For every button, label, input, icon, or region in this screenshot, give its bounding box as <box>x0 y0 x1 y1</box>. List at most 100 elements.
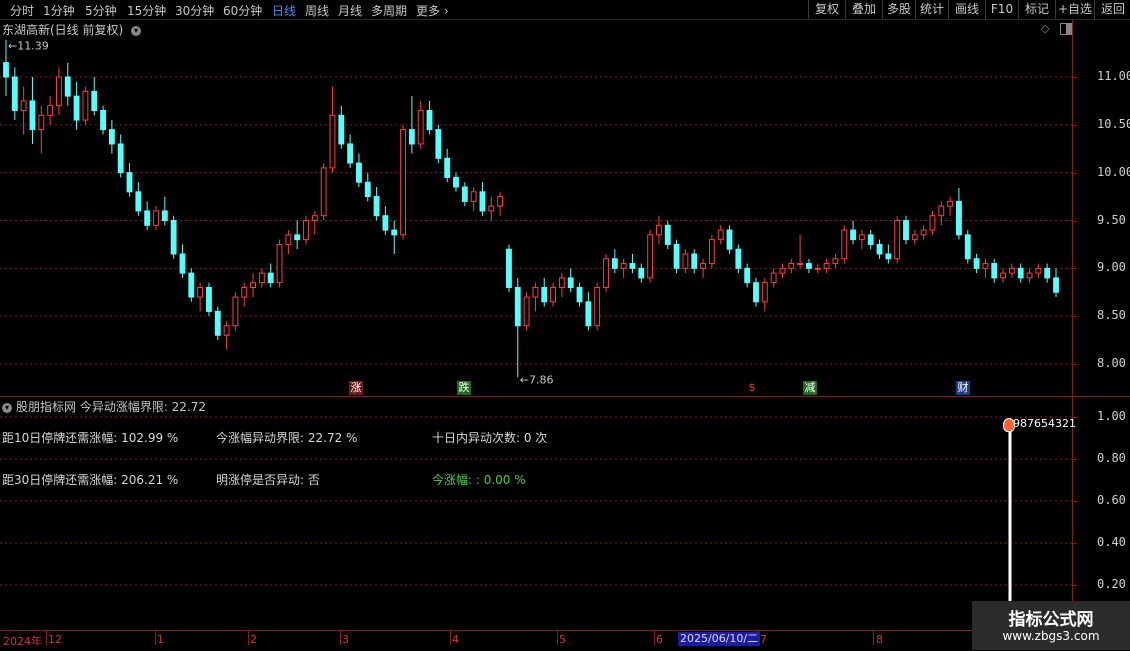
tab-more[interactable]: 更多 › <box>416 2 449 19</box>
candle-body <box>779 267 786 274</box>
candle <box>488 196 495 221</box>
candle-body <box>744 267 751 284</box>
candle-body <box>903 220 909 241</box>
candle-body <box>3 62 9 78</box>
tab-15min[interactable]: 15分钟 <box>127 2 166 19</box>
candle <box>867 230 874 250</box>
diamond-icon[interactable]: ◇ <box>1041 22 1049 35</box>
tab-5min[interactable]: 5分钟 <box>85 2 117 19</box>
event-marker-dollar[interactable]: $ <box>745 381 759 395</box>
restore-rights-button[interactable]: 复权 <box>808 0 845 19</box>
tab-60min[interactable]: 60分钟 <box>223 2 262 19</box>
overlay-button[interactable]: 叠加 <box>845 0 882 19</box>
candle <box>850 220 856 245</box>
mark-button[interactable]: 标记 <box>1018 0 1055 19</box>
time-tick <box>248 631 249 645</box>
indicator-chart <box>0 416 1072 629</box>
indicator-axis-label: 0.20 <box>1097 577 1126 591</box>
tab-1min[interactable]: 1分钟 <box>43 2 75 19</box>
candle <box>47 96 54 125</box>
candle-body <box>73 95 80 121</box>
candle <box>585 292 592 331</box>
candlestick-chart[interactable]: ←11.39 ←7.86 <box>0 37 1072 397</box>
candle <box>947 196 954 216</box>
candle-body <box>347 143 354 164</box>
candle <box>744 263 751 288</box>
candle-body <box>920 229 927 236</box>
candle <box>320 163 327 221</box>
multi-stock-button[interactable]: 多股 <box>882 0 915 19</box>
candle <box>11 67 18 121</box>
price-axis-label: 8.50 <box>1097 308 1126 323</box>
statistics-button[interactable]: 统计 <box>915 0 948 19</box>
window-toggle-icon[interactable] <box>1060 23 1072 35</box>
tab-30min[interactable]: 30分钟 <box>175 2 214 19</box>
back-button[interactable]: 返回 <box>1094 0 1130 19</box>
candle <box>576 282 583 307</box>
candle-body <box>647 234 654 279</box>
candle <box>382 206 389 235</box>
candle-body <box>153 210 159 226</box>
candle <box>453 172 459 192</box>
candle-body <box>770 272 777 284</box>
chart-title-text: 东湖高新(日线 前复权) <box>2 23 124 37</box>
event-marker-rise[interactable]: 涨 <box>349 381 363 395</box>
candle <box>135 182 142 216</box>
event-marker-reduce[interactable]: 减 <box>803 381 817 395</box>
candle <box>638 263 645 283</box>
candle <box>20 86 27 135</box>
f10-button[interactable]: F10 <box>985 0 1018 19</box>
tab-daily[interactable]: 日线 <box>272 2 296 19</box>
candle-body <box>108 129 115 145</box>
candle <box>258 268 265 288</box>
candle <box>179 244 186 278</box>
candle <box>153 206 159 231</box>
candle <box>294 220 301 250</box>
candle <box>29 77 36 144</box>
candle-body <box>894 220 901 260</box>
add-watchlist-button[interactable]: +自选 <box>1055 0 1094 19</box>
tab-minute-realtime[interactable]: 分时 <box>10 2 34 19</box>
candle <box>806 258 812 274</box>
indicator-axis-tick <box>1072 585 1077 586</box>
candle-body <box>38 114 45 131</box>
candle-body <box>382 215 389 231</box>
draw-line-button[interactable]: 画线 <box>948 0 985 19</box>
event-marker-fall[interactable]: 跌 <box>457 381 471 395</box>
candle-body <box>373 196 380 217</box>
candle <box>347 134 354 168</box>
tab-monthly[interactable]: 月线 <box>338 2 362 19</box>
candle-body <box>594 286 601 327</box>
candle <box>170 215 177 259</box>
candle <box>82 86 89 125</box>
candle-body <box>1053 277 1059 293</box>
time-label-12: 12 <box>48 633 62 646</box>
price-axis-label: 10.50 <box>1097 116 1130 131</box>
candle-body <box>938 205 945 217</box>
candle-body <box>541 286 548 303</box>
candle <box>894 215 901 264</box>
time-tick <box>557 631 558 645</box>
candle <box>770 268 777 288</box>
candle <box>100 105 106 135</box>
candle-body <box>400 129 406 236</box>
candle <box>594 282 601 331</box>
candle <box>479 182 486 216</box>
candle-body <box>664 224 671 245</box>
candle <box>91 77 98 116</box>
tab-multi-period[interactable]: 多周期 <box>371 2 407 19</box>
time-tick <box>340 631 341 645</box>
event-marker-finance[interactable]: 财 <box>956 381 970 395</box>
candle-body <box>814 267 821 270</box>
chevron-down-icon[interactable]: ▾ <box>131 25 142 36</box>
candle-body <box>735 248 742 269</box>
candle <box>664 220 671 250</box>
time-tick <box>450 631 451 645</box>
candle <box>126 163 133 197</box>
candle <box>920 225 927 240</box>
candle-body <box>276 243 283 284</box>
candle <box>603 253 609 293</box>
candle-body <box>788 263 795 269</box>
indicator-axis-label: 0.40 <box>1097 535 1126 549</box>
tab-weekly[interactable]: 周线 <box>305 2 329 19</box>
